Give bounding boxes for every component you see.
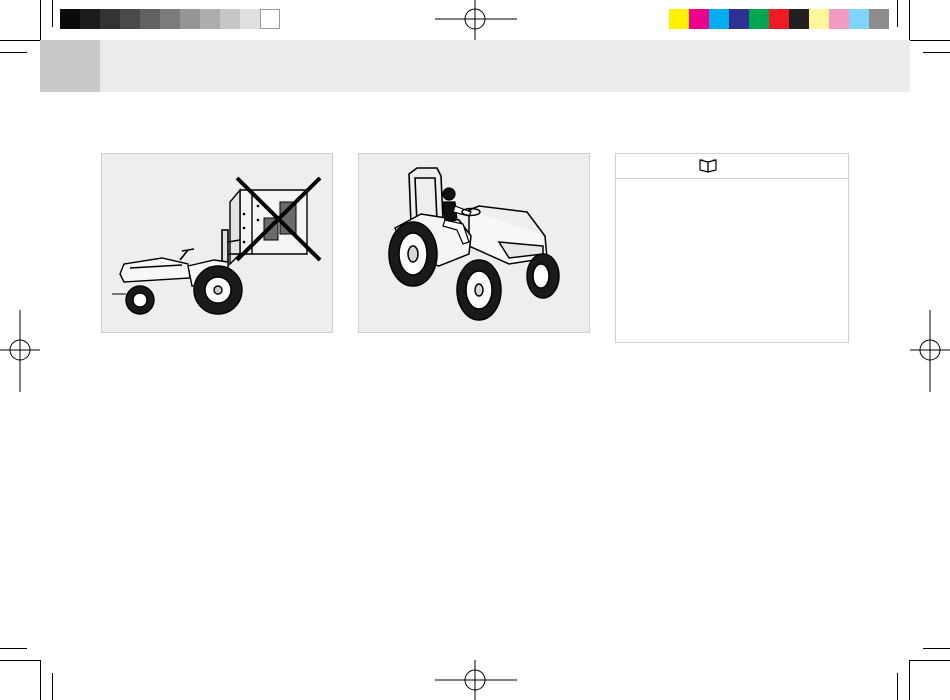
figure-tractor-operator xyxy=(358,153,590,333)
gray-swatch xyxy=(60,9,80,29)
gray-swatch xyxy=(80,9,100,29)
registration-mark-top xyxy=(435,0,517,40)
process-color-swatch xyxy=(749,9,769,29)
note-panel xyxy=(615,153,849,343)
tractor-operator-illustration xyxy=(388,167,560,321)
process-color-swatch xyxy=(829,9,849,29)
process-color-swatch xyxy=(669,9,689,29)
registration-mark-left xyxy=(0,310,40,392)
gray-swatch xyxy=(140,9,160,29)
process-color-swatch xyxy=(849,9,869,29)
process-color-swatch xyxy=(869,9,889,29)
process-color-swatch xyxy=(709,9,729,29)
process-color-bar xyxy=(669,9,889,29)
gray-swatch xyxy=(100,9,120,29)
process-color-swatch xyxy=(729,9,749,29)
gray-swatch xyxy=(220,9,240,29)
process-color-swatch xyxy=(689,9,709,29)
gray-swatch xyxy=(240,9,260,29)
process-color-swatch xyxy=(789,9,809,29)
page-header-band xyxy=(40,40,910,92)
note-panel-header xyxy=(616,154,848,179)
tractor-implement-illustration xyxy=(112,176,322,315)
section-tab xyxy=(40,40,100,92)
registration-mark-bottom xyxy=(435,660,517,700)
gray-swatch xyxy=(180,9,200,29)
registration-mark-right xyxy=(910,310,950,392)
gray-scale-bar xyxy=(60,9,280,29)
gray-swatch xyxy=(260,9,280,29)
process-color-swatch xyxy=(809,9,829,29)
gray-swatch xyxy=(120,9,140,29)
figure-tractor-prohibited xyxy=(101,153,333,333)
gray-swatch xyxy=(200,9,220,29)
gray-swatch xyxy=(160,9,180,29)
open-book-icon xyxy=(699,159,717,173)
process-color-swatch xyxy=(769,9,789,29)
